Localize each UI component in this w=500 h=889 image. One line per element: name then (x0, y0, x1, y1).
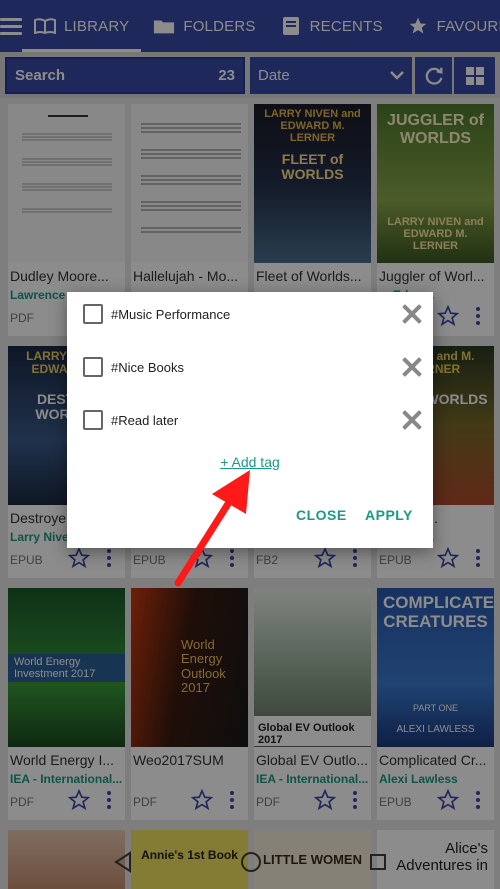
system-nav-bar (0, 834, 500, 889)
annotation-arrow-icon (174, 470, 250, 587)
back-icon[interactable] (113, 850, 133, 873)
recent-apps-icon[interactable] (369, 853, 387, 871)
home-icon[interactable] (240, 851, 262, 873)
